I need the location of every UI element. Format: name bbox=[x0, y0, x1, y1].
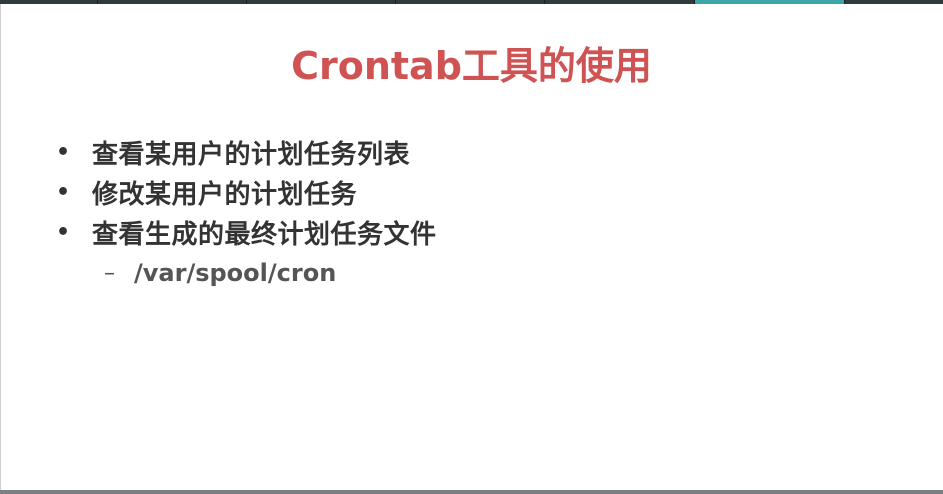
sub-bullet-marker: – bbox=[104, 260, 115, 286]
bullet-list: • 查看某用户的计划任务列表 • 修改某用户的计划任务 • 查看生成的最终计划任… bbox=[56, 132, 876, 252]
bottom-status-bar bbox=[0, 490, 943, 494]
bullet-marker: • bbox=[56, 179, 71, 205]
bullet-item: • 查看生成的最终计划任务文件 bbox=[56, 212, 876, 252]
sub-bullet-item: – /var/spool/cron bbox=[104, 254, 336, 292]
bullet-text: 查看某用户的计划任务列表 bbox=[92, 139, 411, 170]
bullet-item: • 修改某用户的计划任务 bbox=[56, 172, 876, 212]
sub-bullet-text: /var/spool/cron bbox=[134, 259, 337, 287]
bullet-marker: • bbox=[56, 139, 71, 165]
bullet-text: 查看生成的最终计划任务文件 bbox=[92, 219, 437, 250]
bullet-marker: • bbox=[56, 219, 71, 245]
bullet-text: 修改某用户的计划任务 bbox=[92, 179, 358, 210]
bullet-item: • 查看某用户的计划任务列表 bbox=[56, 132, 876, 172]
slide-title: Crontab工具的使用 bbox=[291, 44, 652, 88]
